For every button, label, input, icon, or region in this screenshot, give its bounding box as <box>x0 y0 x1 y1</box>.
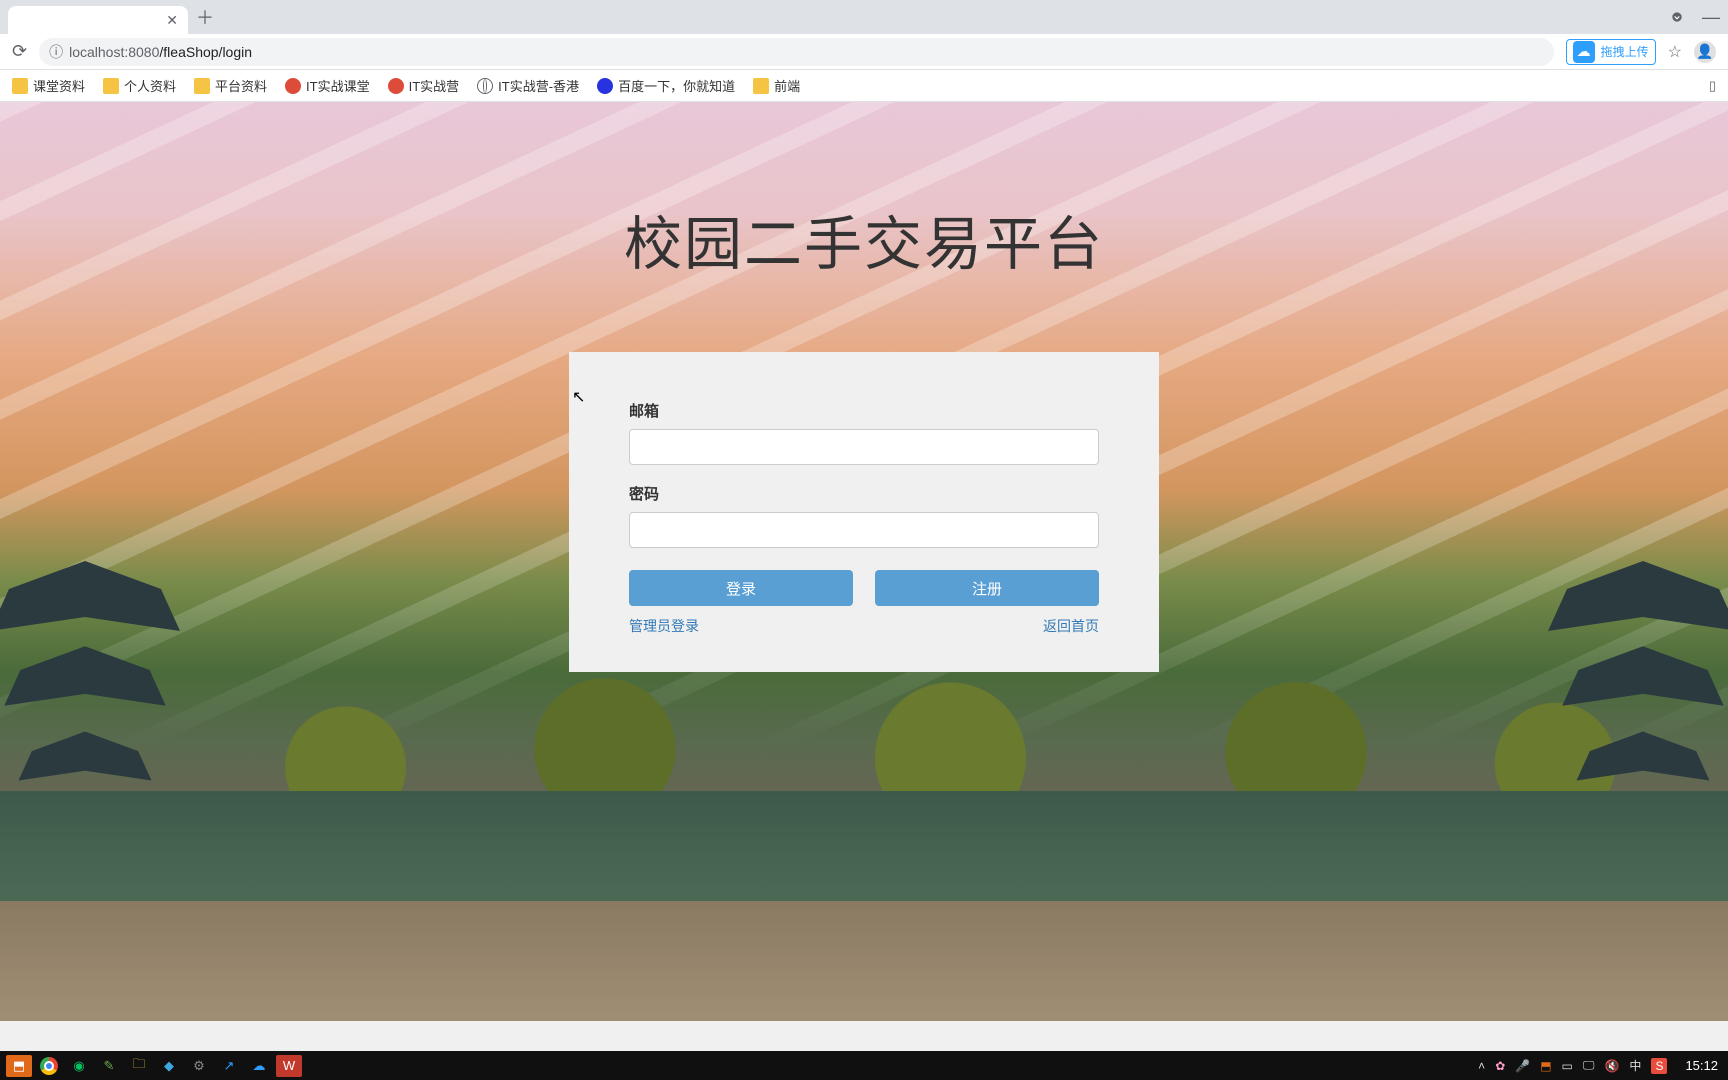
bookmark-item[interactable]: 百度一下，你就知道 <box>597 76 735 95</box>
bookmark-star-icon[interactable]: ☆ <box>1668 42 1682 62</box>
taskbar-app-icon[interactable]: ⚙ <box>186 1055 212 1077</box>
taskbar-explorer-icon[interactable]: 🗀 <box>126 1055 152 1077</box>
red-icon <box>285 78 301 94</box>
baidu-upload-extension[interactable]: ☁ 拖拽上传 <box>1566 39 1656 65</box>
folder-icon <box>103 78 119 94</box>
folder-icon <box>194 78 210 94</box>
browser-tab-strip: ✕ ＋ — <box>0 0 1728 34</box>
url-path: /fleaShop/login <box>159 44 252 60</box>
login-card: 邮箱 密码 登录 注册 管理员登录 返回首页 <box>569 352 1159 672</box>
bookmark-item[interactable]: IT实战课堂 <box>285 76 370 95</box>
bookmark-label: 课堂资料 <box>33 76 85 95</box>
taskbar-app-icon[interactable]: ⬒ <box>6 1055 32 1077</box>
tray-ime-indicator[interactable]: 中 <box>1629 1057 1641 1074</box>
red-icon <box>388 78 404 94</box>
bookmarks-bar: 课堂资料 个人资料 平台资料 IT实战课堂 IT实战营 IT实战营-香港 百度一下，你就知道… <box>0 70 1728 102</box>
tray-flower-icon[interactable]: ✿ <box>1495 1059 1505 1073</box>
tray-volume-icon[interactable]: 🔇 <box>1604 1059 1619 1073</box>
taskbar-clock[interactable]: 15:12 <box>1685 1058 1718 1073</box>
taskbar-app-icon[interactable]: ✎ <box>96 1055 122 1077</box>
taskbar-app-icon[interactable]: W <box>276 1055 302 1077</box>
tray-display-icon[interactable]: 🖵 <box>1583 1058 1595 1073</box>
cloud-icon: ☁ <box>1573 41 1595 63</box>
bookmark-label: IT实战营 <box>409 76 460 95</box>
bookmark-label: IT实战营-香港 <box>498 76 579 95</box>
bookmark-label: 前端 <box>774 76 800 95</box>
bookmark-item[interactable]: 平台资料 <box>194 76 267 95</box>
site-info-icon[interactable]: ⓘ <box>49 42 63 62</box>
close-tab-icon[interactable]: ✕ <box>166 12 178 29</box>
system-tray: ˄ ✿ 🎤 ⬒ ▭ 🖵 🔇 中 S 15:12 <box>1478 1057 1722 1074</box>
email-field[interactable] <box>629 429 1099 465</box>
bookmark-item[interactable]: 前端 <box>753 76 800 95</box>
bookmark-item[interactable]: 课堂资料 <box>12 76 85 95</box>
extension-label: 拖拽上传 <box>1601 43 1649 60</box>
tray-mic-icon[interactable]: 🎤 <box>1515 1059 1530 1073</box>
taskbar-app-icon[interactable]: ↗ <box>216 1055 242 1077</box>
taskbar-app-icon[interactable]: ◆ <box>156 1055 182 1077</box>
background-ground <box>0 901 1728 1021</box>
profile-avatar-icon[interactable]: 👤 <box>1694 41 1716 63</box>
globe-icon <box>477 78 493 94</box>
minimize-icon[interactable]: — <box>1702 7 1720 28</box>
bookmark-item[interactable]: IT实战营-香港 <box>477 76 579 95</box>
password-label: 密码 <box>629 483 1099 504</box>
folder-icon <box>12 78 28 94</box>
bookmark-label: IT实战课堂 <box>306 76 370 95</box>
back-home-link[interactable]: 返回首页 <box>1043 616 1099 636</box>
tray-app-icon[interactable]: ⬒ <box>1540 1059 1551 1073</box>
background-pagoda-right <box>1548 561 1728 821</box>
browser-tab[interactable]: ✕ <box>8 6 188 34</box>
register-button[interactable]: 注册 <box>875 570 1099 606</box>
background-pagoda-left <box>0 561 180 821</box>
bookmark-label: 平台资料 <box>215 76 267 95</box>
bookmark-item[interactable]: 个人资料 <box>103 76 176 95</box>
admin-login-link[interactable]: 管理员登录 <box>629 616 699 636</box>
password-field[interactable] <box>629 512 1099 548</box>
page-content: 校园二手交易平台 邮箱 密码 登录 注册 管理员登录 返回首页 ↖ <box>0 102 1728 1021</box>
address-bar: ⟳ ⓘ localhost:8080/fleaShop/login ☁ 拖拽上传… <box>0 34 1728 70</box>
taskbar-app-icon[interactable]: ☁ <box>246 1055 272 1077</box>
url-input[interactable]: ⓘ localhost:8080/fleaShop/login <box>39 38 1554 66</box>
baidu-icon <box>597 78 613 94</box>
new-tab-button[interactable]: ＋ <box>196 4 214 30</box>
tray-battery-icon[interactable]: ▭ <box>1562 1059 1573 1073</box>
email-label: 邮箱 <box>629 400 1099 421</box>
background-water <box>0 791 1728 901</box>
bookmarks-overflow-icon[interactable]: ▯ <box>1709 78 1716 94</box>
reload-icon[interactable]: ⟳ <box>12 41 27 62</box>
login-button[interactable]: 登录 <box>629 570 853 606</box>
folder-icon <box>753 78 769 94</box>
url-host: localhost:8080 <box>69 44 159 60</box>
bookmark-label: 个人资料 <box>124 76 176 95</box>
bookmark-item[interactable]: IT实战营 <box>388 76 460 95</box>
tray-chevron-icon[interactable]: ˄ <box>1478 1059 1485 1073</box>
taskbar: ⬒ ◉ ✎ 🗀 ◆ ⚙ ↗ ☁ W ˄ ✿ 🎤 ⬒ ▭ 🖵 🔇 中 S 15:1… <box>0 1051 1728 1080</box>
bookmark-label: 百度一下，你就知道 <box>618 76 735 95</box>
taskbar-wechat-icon[interactable]: ◉ <box>66 1055 92 1077</box>
tray-sogou-icon[interactable]: S <box>1651 1058 1667 1074</box>
taskbar-chrome-icon[interactable] <box>36 1055 62 1077</box>
page-title: 校园二手交易平台 <box>624 197 1104 281</box>
caret-down-icon[interactable] <box>1670 10 1684 24</box>
